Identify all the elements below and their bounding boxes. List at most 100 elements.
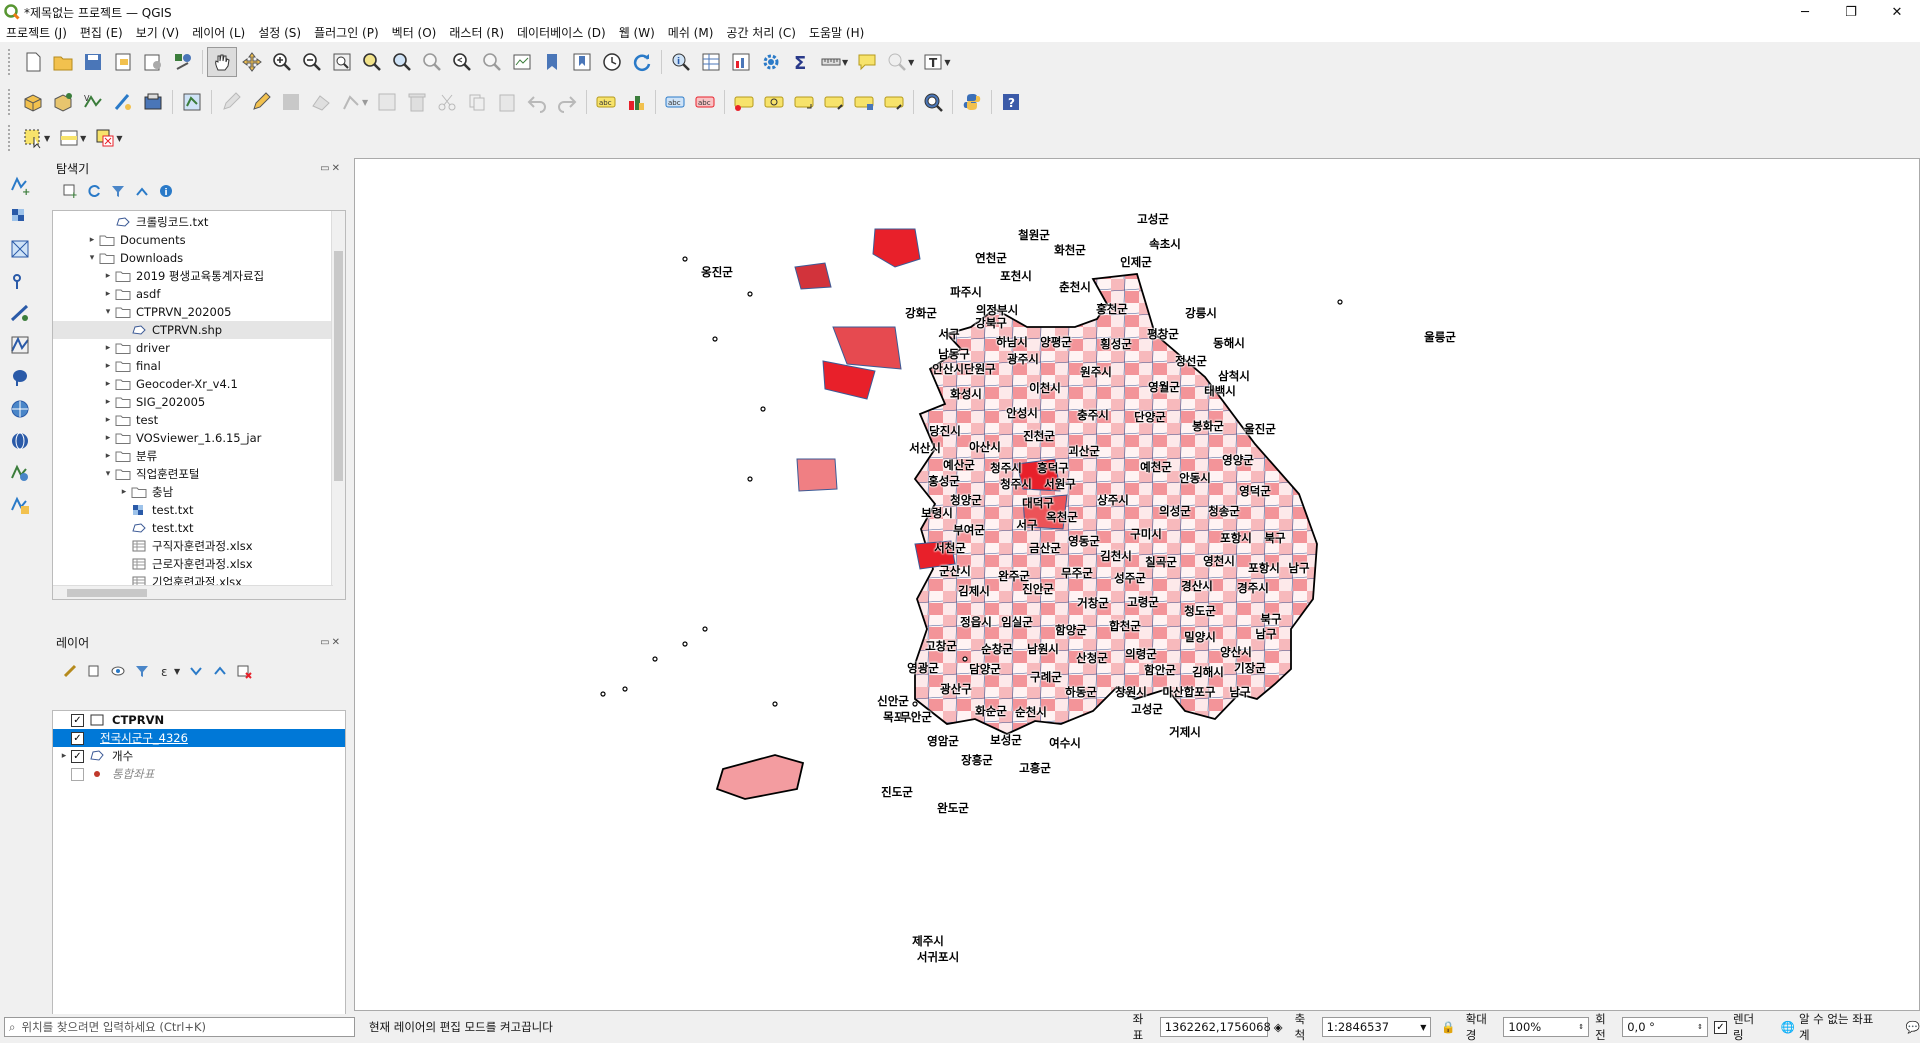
menu-layer[interactable]: 레이어 (L) bbox=[192, 24, 245, 41]
add-delimited-text-button[interactable] bbox=[4, 266, 36, 296]
expand-arrow-icon[interactable]: ▾ bbox=[85, 253, 99, 263]
layer-styling-button[interactable] bbox=[58, 660, 82, 682]
browser-tree[interactable]: 크롤링코드.txt ▸ Documents ▾ Downloads ▸ 2019 평생교육통… bbox=[52, 210, 346, 600]
expand-arrow-icon[interactable]: ▸ bbox=[101, 415, 115, 425]
expand-arrow-icon[interactable]: ▸ bbox=[57, 751, 71, 761]
maximize-button[interactable]: ❐ bbox=[1828, 0, 1874, 24]
layers-tree[interactable]: ✓ CTPRVN ✓ 전국시군구_4326 ▸ ✓ 개수 통합좌표 bbox=[52, 710, 346, 1040]
pan-to-selection-button[interactable] bbox=[237, 47, 267, 77]
add-selected-layers-button[interactable]: + bbox=[58, 180, 82, 202]
menu-vector[interactable]: 벡터 (O) bbox=[392, 24, 437, 41]
zoom-next-button[interactable] bbox=[477, 47, 507, 77]
open-project-button[interactable] bbox=[48, 47, 78, 77]
new-print-layout-button[interactable] bbox=[108, 47, 138, 77]
expand-arrow-icon[interactable]: ▸ bbox=[101, 397, 115, 407]
messages-icon[interactable]: 💬 bbox=[1906, 1020, 1920, 1034]
field-calculator-button[interactable]: Σ bbox=[786, 47, 816, 77]
locator-search-field[interactable]: ⌕ 위치를 찾으려면 입력하세요 (Ctrl+K) bbox=[4, 1017, 355, 1037]
expand-arrow-icon[interactable]: ▾ bbox=[101, 307, 115, 317]
manage-map-themes-button[interactable] bbox=[106, 660, 130, 682]
zoom-to-selection-button[interactable] bbox=[357, 47, 387, 77]
add-spatialite-button[interactable] bbox=[4, 330, 36, 360]
menu-help[interactable]: 도움말 (H) bbox=[809, 24, 864, 41]
style-manager-button[interactable] bbox=[168, 47, 198, 77]
map-canvas[interactable]: 고성군 속초시 철원군 화천군 인제군 연천군 포천시 춘천시 파주시 홍천군 강화군 의정부시 강북구… bbox=[354, 158, 1920, 1011]
copy-features-button[interactable] bbox=[462, 87, 492, 117]
browser-item[interactable]: ▸ 2019 평생교육통계자료집 bbox=[53, 267, 331, 285]
browser-item[interactable]: ▸ test bbox=[53, 411, 331, 429]
toolbar-grip[interactable] bbox=[8, 89, 12, 115]
help-button[interactable]: ? bbox=[996, 87, 1026, 117]
label-rules-button[interactable] bbox=[879, 87, 909, 117]
select-value-dropdown-arrow[interactable]: ▼ bbox=[80, 134, 86, 143]
measure-dropdown-arrow[interactable]: ▼ bbox=[842, 58, 848, 67]
browser-item[interactable]: ▸ Documents bbox=[53, 231, 331, 249]
menu-mesh[interactable]: 메쉬 (M) bbox=[668, 24, 714, 41]
zoom-full-button[interactable] bbox=[327, 47, 357, 77]
deselect-dropdown-arrow[interactable]: ▼ bbox=[116, 134, 122, 143]
highlight-pinned-labels-button[interactable]: abc bbox=[660, 87, 690, 117]
toolbar-grip[interactable] bbox=[8, 125, 12, 151]
refresh-browser-button[interactable] bbox=[82, 180, 106, 202]
expand-arrow-icon[interactable]: ▸ bbox=[117, 487, 131, 497]
layer-item[interactable]: 통합좌표 bbox=[53, 765, 345, 783]
rotation-spinbox[interactable]: 0,0 ° ⇕ bbox=[1622, 1017, 1708, 1037]
annotation-dropdown-arrow[interactable]: ▼ bbox=[944, 58, 950, 67]
save-layer-edits-button[interactable] bbox=[276, 87, 306, 117]
add-mesh-layer-button[interactable] bbox=[4, 234, 36, 264]
browser-item[interactable]: CTPRVN.shp bbox=[53, 321, 331, 339]
zoom-out-button[interactable] bbox=[297, 47, 327, 77]
magnifier-spinbox[interactable]: 100% ⇕ bbox=[1503, 1017, 1590, 1037]
new-temporary-layer-button[interactable] bbox=[108, 87, 138, 117]
locator-search-button[interactable] bbox=[882, 47, 912, 77]
diagram-options-button[interactable] bbox=[621, 87, 651, 117]
zoom-in-button[interactable] bbox=[267, 47, 297, 77]
new-project-button[interactable] bbox=[18, 47, 48, 77]
menu-plugins[interactable]: 플러그인 (P) bbox=[314, 24, 379, 41]
cut-features-button[interactable] bbox=[432, 87, 462, 117]
add-vector-tile-button[interactable] bbox=[4, 490, 36, 520]
menu-database[interactable]: 데이터베이스 (D) bbox=[517, 24, 606, 41]
new-map-view-button[interactable] bbox=[507, 47, 537, 77]
layout-manager-button[interactable] bbox=[138, 47, 168, 77]
layer-visibility-checkbox[interactable]: ✓ bbox=[71, 749, 84, 763]
expand-arrow-icon[interactable]: ▸ bbox=[101, 271, 115, 281]
filter-expression-dropdown-arrow[interactable]: ▼ bbox=[174, 667, 180, 676]
open-attribute-table-button[interactable] bbox=[696, 47, 726, 77]
show-bookmarks-button[interactable] bbox=[567, 47, 597, 77]
show-hide-labels-button[interactable] bbox=[729, 87, 759, 117]
add-postgis-button[interactable] bbox=[4, 362, 36, 392]
menu-processing[interactable]: 공간 처리 (C) bbox=[726, 24, 796, 41]
menu-project[interactable]: 프로젝트 (J) bbox=[6, 24, 67, 41]
pan-map-button[interactable] bbox=[207, 47, 237, 77]
expand-arrow-icon[interactable]: ▾ bbox=[101, 469, 115, 479]
minimize-button[interactable]: ─ bbox=[1782, 0, 1828, 24]
change-label-button[interactable] bbox=[819, 87, 849, 117]
add-gps-layer-button[interactable] bbox=[4, 298, 36, 328]
new-geopackage-button[interactable] bbox=[48, 87, 78, 117]
layer-visibility-checkbox[interactable] bbox=[71, 767, 84, 781]
add-group-button[interactable] bbox=[82, 660, 106, 682]
expand-arrow-icon[interactable]: ▸ bbox=[101, 343, 115, 353]
current-edits-button[interactable] bbox=[216, 87, 246, 117]
identify-features-button[interactable]: i bbox=[666, 47, 696, 77]
expand-arrow-icon[interactable]: ▸ bbox=[101, 451, 115, 461]
expand-arrow-icon[interactable]: ▸ bbox=[101, 379, 115, 389]
map-tips-button[interactable] bbox=[852, 47, 882, 77]
pin-unpin-labels-button[interactable]: abc bbox=[690, 87, 720, 117]
browser-item[interactable]: test.txt bbox=[53, 519, 331, 537]
browser-item[interactable]: 크롤링코드.txt bbox=[53, 213, 331, 231]
browser-item[interactable]: test.txt bbox=[53, 501, 331, 519]
delete-selected-button[interactable] bbox=[402, 87, 432, 117]
add-vector-layer-button[interactable] bbox=[177, 87, 207, 117]
add-raster-layer-button[interactable] bbox=[4, 202, 36, 232]
crs-label[interactable]: 알 수 없는 좌표계 bbox=[1799, 1011, 1884, 1043]
new-bookmark-button[interactable] bbox=[537, 47, 567, 77]
browser-item[interactable]: ▸ VOSviewer_1.6.15_jar bbox=[53, 429, 331, 447]
render-checkbox[interactable]: ✓ bbox=[1713, 1020, 1727, 1034]
toolbar-grip[interactable] bbox=[8, 49, 12, 75]
temporal-controller-button[interactable] bbox=[597, 47, 627, 77]
digitize-button[interactable] bbox=[306, 87, 336, 117]
coordinate-field[interactable]: 1362262,1756068 bbox=[1159, 1017, 1271, 1037]
filter-legend-button[interactable] bbox=[130, 660, 154, 682]
